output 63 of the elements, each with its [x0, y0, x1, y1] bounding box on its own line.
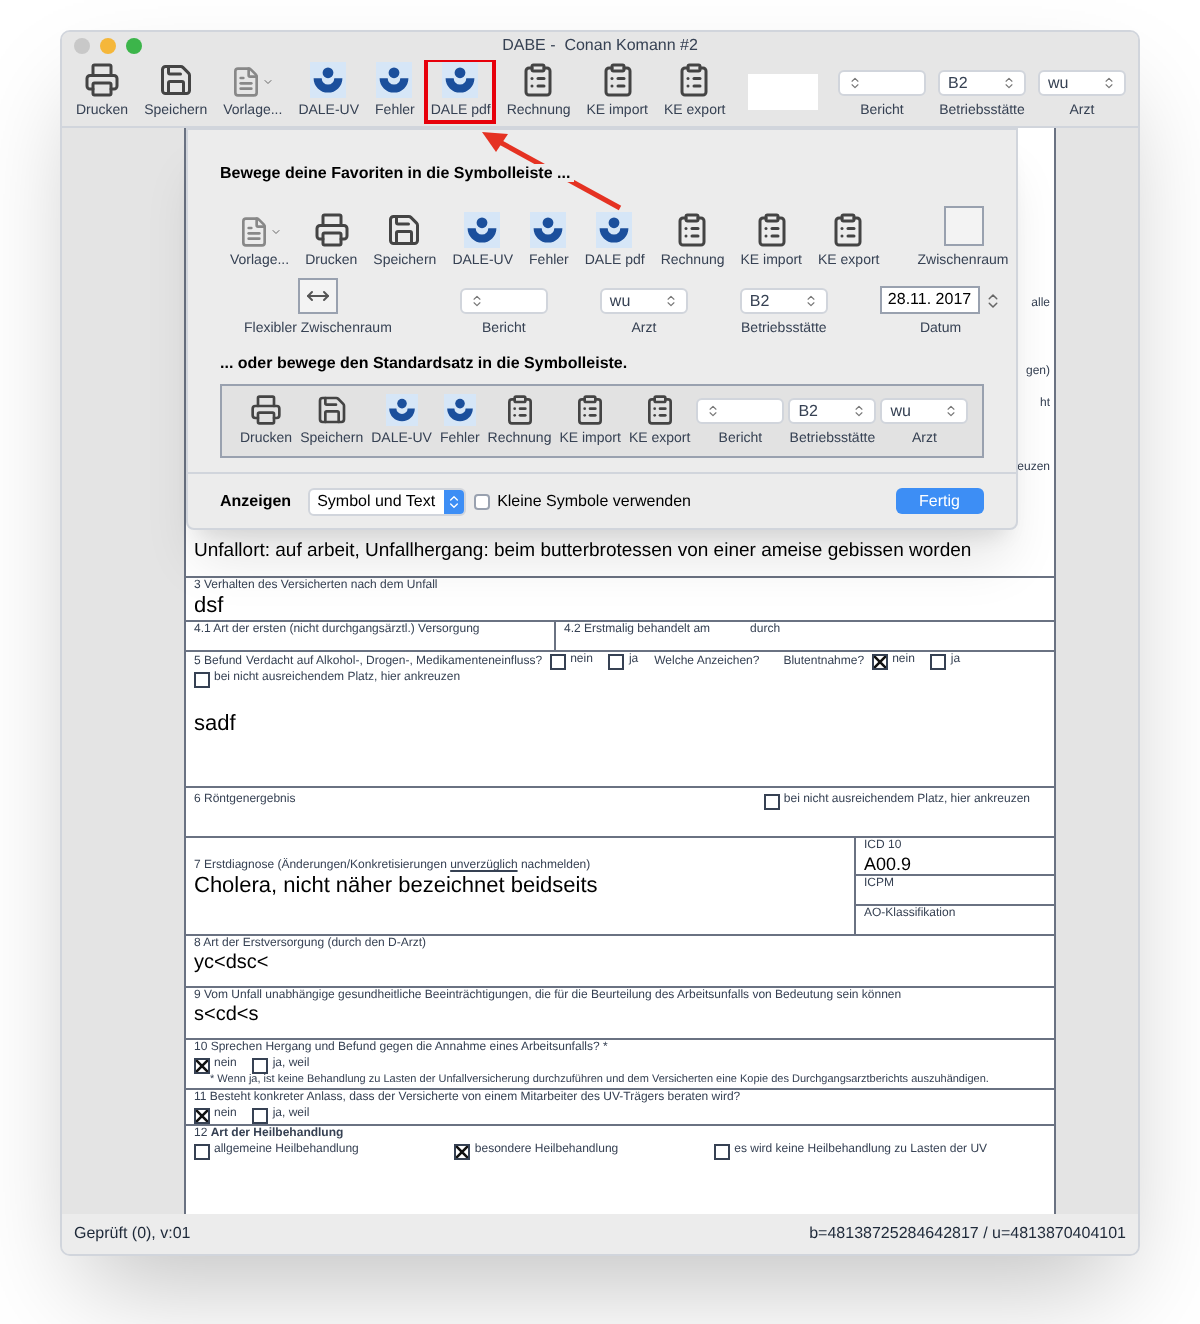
- checkbox[interactable]: [550, 653, 567, 669]
- popup-button[interactable]: B2: [739, 288, 828, 314]
- document-icon: [230, 66, 275, 98]
- updown-icon: [1002, 76, 1016, 90]
- clipboard-icon: [520, 62, 557, 98]
- show-label: Anzeigen: [220, 489, 292, 513]
- checkbox[interactable]: [194, 1107, 210, 1123]
- checkbox[interactable]: [194, 1143, 210, 1159]
- clipboard-icon: [503, 394, 536, 426]
- popup-button[interactable]: B2: [938, 70, 1026, 96]
- sheet-heading: ... oder bewege den Standardsatz in die Symbolleiste.: [218, 352, 630, 376]
- popup-button[interactable]: wu: [880, 398, 969, 424]
- status-text: b=48138725284642817 / u=4813870404101: [809, 1222, 1126, 1246]
- checkbox[interactable]: [252, 1107, 269, 1123]
- clipboard-icon: [676, 62, 713, 98]
- updown-icon: [803, 294, 818, 308]
- updown-icon: [469, 294, 484, 308]
- popup-button[interactable]: wu: [599, 288, 688, 314]
- checkbox[interactable]: [872, 653, 889, 669]
- window-title: DABE - Conan Komann #2: [502, 34, 698, 58]
- display-select[interactable]: Symbol und Text: [307, 487, 466, 515]
- checkbox[interactable]: [194, 671, 210, 687]
- document-icon: [237, 216, 282, 248]
- printer-icon: [84, 62, 121, 98]
- sheet-heading: Bewege deine Favoriten in die Symbolleiste ...: [220, 164, 575, 182]
- checkbox[interactable]: [714, 1143, 731, 1159]
- updown-icon: [944, 404, 959, 418]
- updown-icon: [706, 404, 721, 418]
- clipboard-icon: [574, 394, 607, 426]
- section-value: yc<dsc<: [194, 952, 271, 976]
- checkbox[interactable]: [194, 1057, 210, 1073]
- clipboard-icon: [674, 212, 711, 248]
- clipboard-icon: [830, 212, 867, 248]
- section-value: s<cd<s: [194, 1004, 261, 1028]
- accident-description: Unfallort: auf arbeit, Unfallhergang: beim butterbrotessen von einer ameise gebissen worden: [194, 540, 974, 564]
- clipboard-icon: [643, 394, 676, 426]
- date-field[interactable]: 28.11. 2017: [879, 286, 980, 314]
- search-field[interactable]: [747, 74, 818, 110]
- status-text: Geprüft (0), v:01: [74, 1222, 191, 1246]
- checkbox[interactable]: [930, 653, 947, 669]
- checkbox[interactable]: [763, 793, 780, 809]
- clipboard-icon: [599, 62, 636, 98]
- section-value: Cholera, nicht näher bezeichnet beidseits: [194, 874, 600, 900]
- code-value: A00.9: [864, 854, 914, 874]
- section-value: dsf: [194, 594, 226, 620]
- checkbox[interactable]: [473, 493, 490, 509]
- popup-button[interactable]: B2: [788, 398, 877, 424]
- printer-icon: [313, 212, 350, 248]
- checkbox-label: Kleine Symbole verwenden: [497, 489, 692, 513]
- updown-icon: [852, 404, 867, 418]
- updown-icon: [1102, 76, 1116, 90]
- updown-icon: [443, 489, 464, 513]
- clipboard-icon: [753, 212, 790, 248]
- section-value: sadf: [194, 712, 238, 738]
- printer-icon: [250, 394, 283, 426]
- updown-icon: [848, 76, 862, 90]
- updown-icon: [663, 294, 678, 308]
- stepper-icon[interactable]: [983, 291, 1002, 309]
- checkbox[interactable]: [608, 653, 625, 669]
- checkbox[interactable]: [252, 1057, 269, 1073]
- checkbox[interactable]: [454, 1143, 471, 1159]
- popup-button[interactable]: wu: [1038, 70, 1126, 96]
- flexible-space-placeholder[interactable]: [297, 278, 338, 314]
